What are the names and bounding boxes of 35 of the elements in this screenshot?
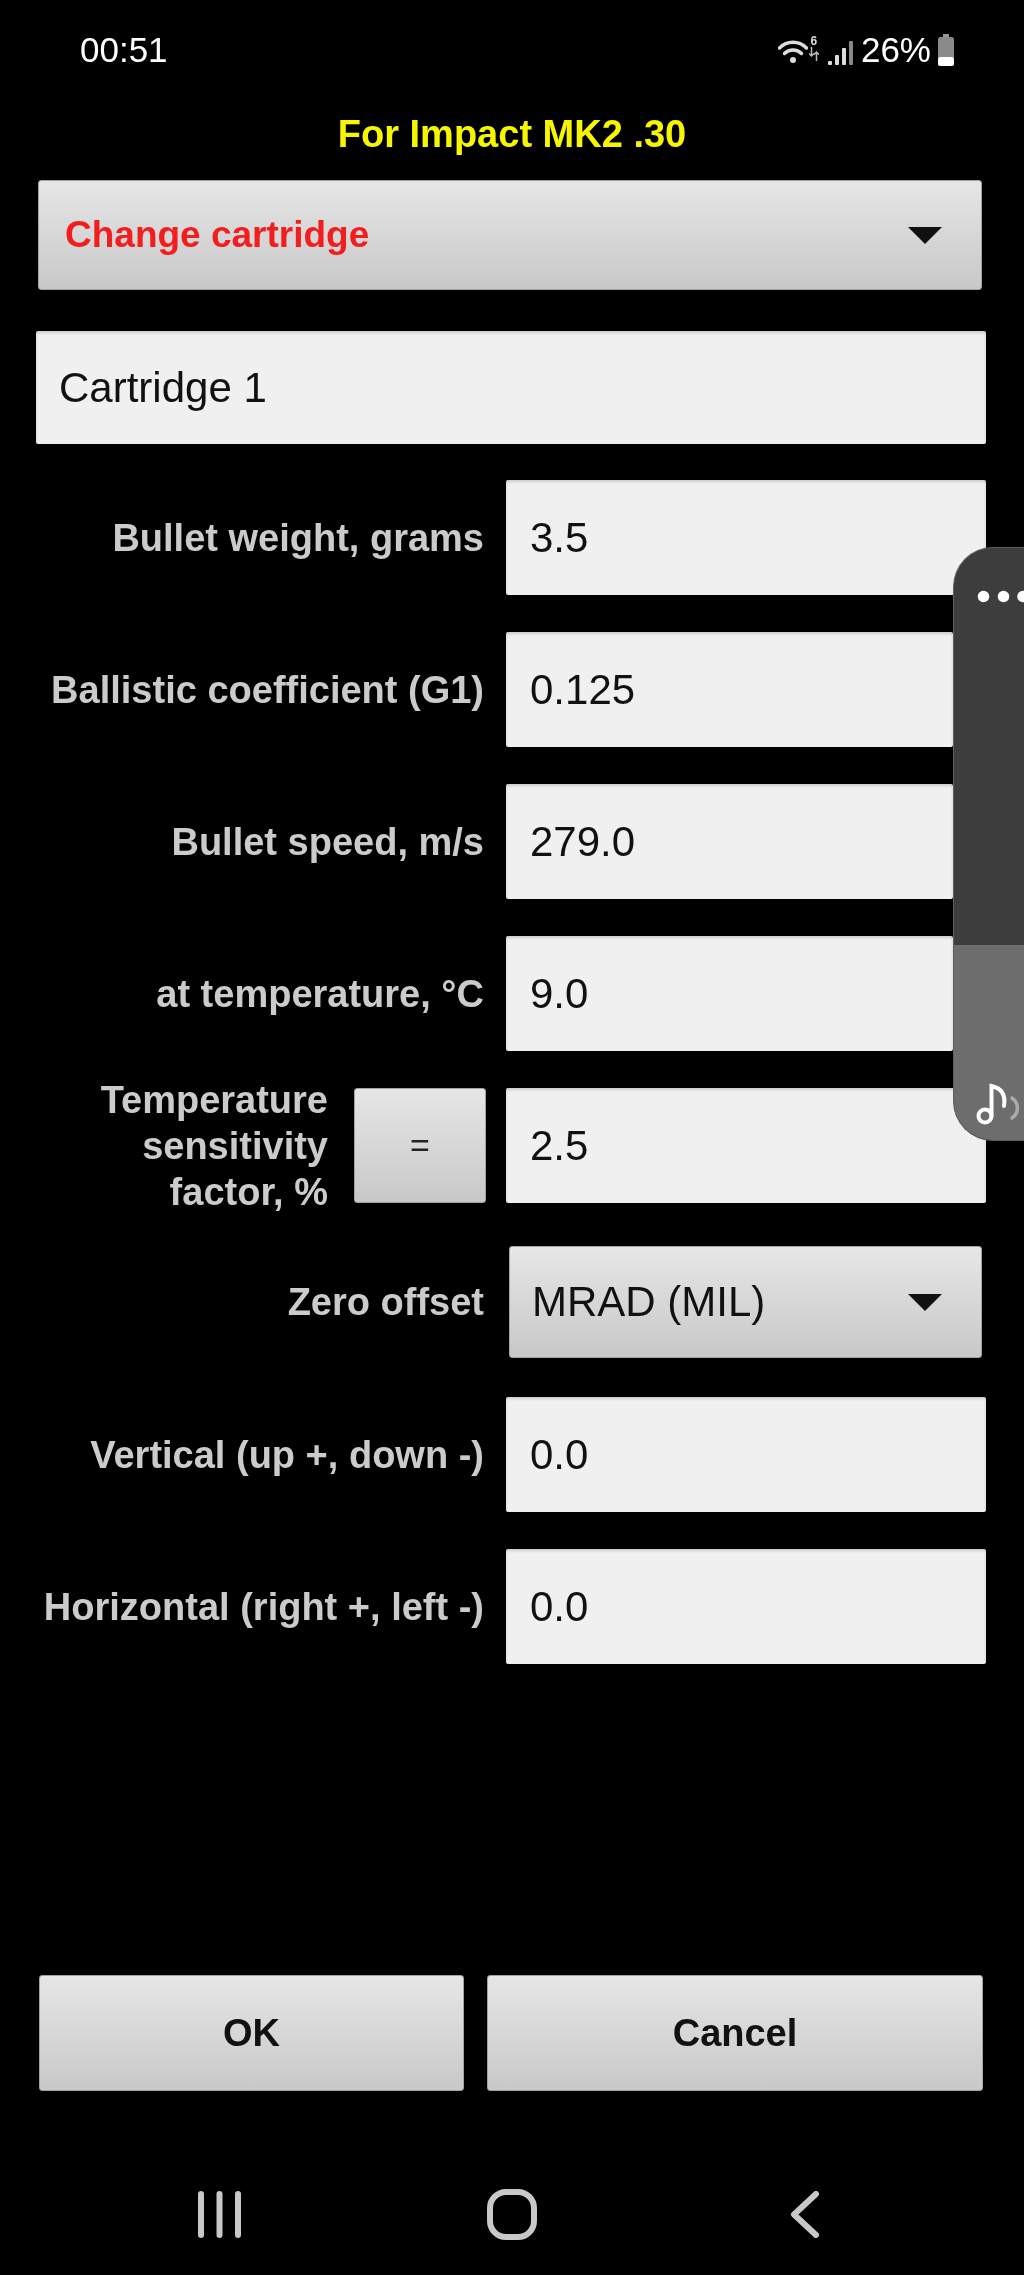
field-label: Horizontal (right +, left -): [43, 1584, 484, 1630]
input-field[interactable]: 3.5: [506, 480, 986, 595]
input-field[interactable]: 0.0: [506, 1397, 986, 1512]
music-note-icon[interactable]: [976, 1082, 1022, 1126]
field-label: Bullet speed, m/s: [171, 819, 484, 865]
ok-button[interactable]: OK: [39, 1975, 464, 2091]
battery-level-text: 26%: [860, 30, 931, 70]
more-icon[interactable]: [977, 590, 1024, 603]
field-label: Bullet weight, grams: [112, 515, 484, 561]
input-field[interactable]: 0.125: [506, 632, 953, 747]
input-field[interactable]: 0.0: [506, 1549, 986, 1664]
recent-apps-icon[interactable]: [196, 2190, 242, 2238]
input-field[interactable]: 2.5: [506, 1088, 986, 1203]
input-field[interactable]: 279.0: [506, 784, 953, 899]
back-icon[interactable]: [790, 2190, 820, 2238]
equals-button[interactable]: =: [354, 1088, 486, 1203]
unit-dropdown[interactable]: MRAD (MIL): [509, 1246, 982, 1358]
dialog-title: For Impact MK2 .30: [337, 112, 687, 157]
field-label: Vertical (up +, down -): [90, 1432, 484, 1478]
cancel-button[interactable]: Cancel: [487, 1975, 983, 2091]
clock-time: 00:51: [80, 30, 168, 70]
data-arrows-icon: [808, 47, 819, 61]
home-icon[interactable]: [487, 2188, 537, 2240]
field-label: Temperature sensitivity factor, %: [99, 1077, 328, 1215]
field-label: at temperature, °C: [156, 971, 484, 1017]
battery-icon: [937, 34, 955, 66]
caret-icon: [908, 1293, 942, 1311]
field-label: Zero offset: [287, 1280, 484, 1325]
wifi-standard-label: 6: [810, 35, 818, 47]
volume-slider[interactable]: [953, 547, 1024, 1141]
cartridge-name-field[interactable]: Cartridge 1: [36, 331, 986, 444]
input-field[interactable]: 9.0: [506, 936, 953, 1051]
caret-icon: [908, 226, 942, 244]
field-label: Ballistic coefficient (G1): [51, 667, 484, 713]
signal-icon: [827, 41, 854, 65]
